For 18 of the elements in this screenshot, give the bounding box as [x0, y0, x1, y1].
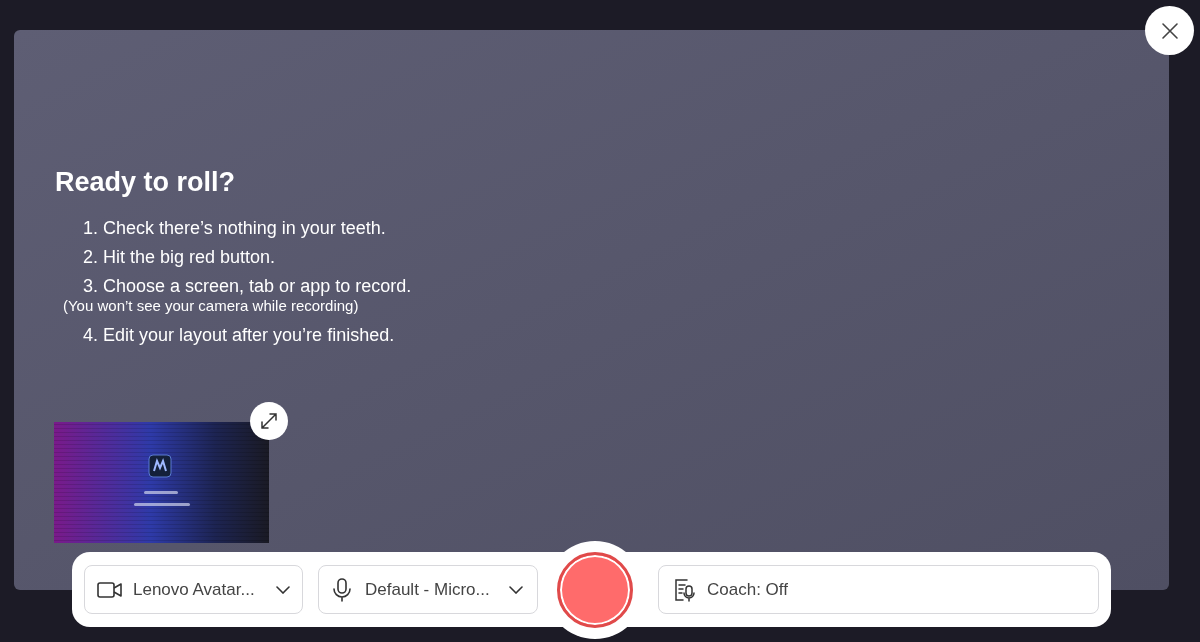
step-note: (You won’t see your camera while recording): [63, 298, 359, 314]
microphone-icon: [333, 577, 351, 602]
expand-icon: [259, 411, 279, 431]
microphone-dropdown[interactable]: Default - Micro...: [318, 565, 538, 614]
step-text: 2. Hit the big red button.: [83, 246, 276, 269]
coach-toggle[interactable]: Coach: Off: [658, 565, 1099, 614]
close-icon: [1160, 21, 1179, 40]
script-microphone-icon: [673, 577, 695, 602]
camera-dropdown[interactable]: Lenovo Avatar...: [84, 565, 303, 614]
step-text: 3. Choose a screen, tab or app to record.: [83, 275, 412, 298]
step-text: 1. Check there’s nothing in your teeth.: [83, 217, 386, 240]
video-camera-icon: [97, 580, 122, 599]
expand-button[interactable]: [250, 402, 288, 440]
close-button[interactable]: [1145, 6, 1194, 55]
step-text: 4. Edit your layout after you’re finished.: [83, 324, 395, 347]
panel-title: Ready to roll?: [55, 166, 236, 199]
chevron-down-icon: [276, 585, 290, 594]
chevron-down-icon: [509, 585, 523, 594]
